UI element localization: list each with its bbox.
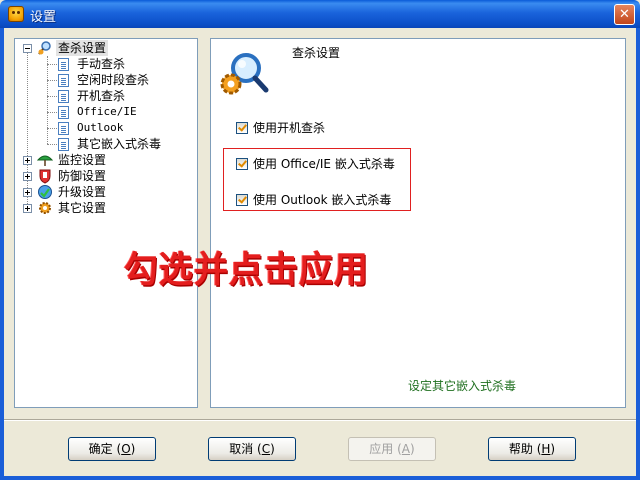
tree-item-label: 查杀设置 xyxy=(56,40,109,56)
tree-item-label: 其它设置 xyxy=(58,201,107,215)
instruction-overlay: 勾选并点击应用 xyxy=(124,249,369,292)
option-description: 设定其它嵌入式杀毒 xyxy=(408,379,517,393)
expand-icon[interactable] xyxy=(23,188,32,197)
tree-line xyxy=(47,128,57,129)
window-title: 设置 xyxy=(30,10,57,25)
tree-item-label: Outlook xyxy=(77,121,124,134)
page-icon xyxy=(58,90,69,103)
page-icon xyxy=(58,122,69,135)
close-button[interactable]: ✕ xyxy=(614,4,635,25)
tree-line xyxy=(47,96,57,97)
option-label: 使用开机查杀 xyxy=(253,121,326,135)
window-frame-bottom xyxy=(0,476,640,480)
tree-item-monitor-settings[interactable]: 监控设置 xyxy=(22,152,192,168)
expand-icon[interactable] xyxy=(23,204,32,213)
tree-item-update-settings[interactable]: 升级设置 xyxy=(22,184,192,200)
office-ie-checkbox[interactable] xyxy=(236,158,248,170)
scan-settings-icon xyxy=(220,53,269,95)
outlook-checkbox[interactable] xyxy=(236,194,248,206)
divider xyxy=(4,419,636,421)
tree-item-defense-settings[interactable]: 防御设置 xyxy=(22,168,192,184)
cancel-button[interactable]: 取消 (C) xyxy=(208,437,296,461)
ok-button[interactable]: 确定 (O) xyxy=(68,437,156,461)
page-icon xyxy=(58,74,69,87)
app-icon xyxy=(8,6,24,22)
tree-item-label: 升级设置 xyxy=(58,185,107,199)
update-globe-icon xyxy=(38,185,52,199)
tree-item-label: 其它嵌入式杀毒 xyxy=(77,137,162,151)
button-label: 应用 xyxy=(369,442,394,456)
close-icon: ✕ xyxy=(619,7,630,22)
tree-line xyxy=(47,56,48,144)
title-bar[interactable]: 设置 ✕ xyxy=(0,0,640,28)
boot-scan-checkbox[interactable] xyxy=(236,122,248,134)
option-label: 使用 Outlook 嵌入式杀毒 xyxy=(253,193,392,207)
page-icon xyxy=(58,58,69,71)
tree-item-scan-settings[interactable]: 查杀设置 xyxy=(22,40,192,56)
button-label: 取消 xyxy=(229,442,254,456)
tree-item-label: 防御设置 xyxy=(58,169,107,183)
tree-item-label: 手动查杀 xyxy=(77,57,126,71)
collapse-icon[interactable] xyxy=(23,44,32,53)
help-button[interactable]: 帮助 (H) xyxy=(488,437,576,461)
button-label: 确定 xyxy=(88,442,113,456)
expand-icon[interactable] xyxy=(23,172,32,181)
gear-icon xyxy=(39,202,51,214)
button-label: 帮助 xyxy=(508,442,533,456)
tree-item-label: 开机查杀 xyxy=(77,89,126,103)
button-hotkey: A xyxy=(401,442,411,456)
page-icon xyxy=(58,106,69,119)
window-frame-left xyxy=(0,28,4,480)
scan-magnifier-icon xyxy=(38,41,51,55)
tree-item-label: Office/IE xyxy=(77,105,137,118)
expand-icon[interactable] xyxy=(23,156,32,165)
tree-line xyxy=(47,144,57,145)
content-title: 查杀设置 xyxy=(292,46,341,60)
button-hotkey: H xyxy=(541,442,551,456)
button-hotkey: O xyxy=(121,442,131,456)
apply-button[interactable]: 应用 (A) xyxy=(348,437,436,461)
tree-line xyxy=(47,112,57,113)
button-hotkey: C xyxy=(261,442,271,456)
shield-icon xyxy=(39,169,51,184)
tree-item-other-settings[interactable]: 其它设置 xyxy=(22,200,192,216)
tree-item-label: 空闲时段查杀 xyxy=(77,73,150,87)
window-frame-right xyxy=(636,28,640,480)
tree-item-label: 监控设置 xyxy=(58,153,107,167)
umbrella-icon xyxy=(37,155,53,166)
settings-content-panel xyxy=(210,38,626,408)
tree-line xyxy=(47,64,57,65)
option-label: 使用 Office/IE 嵌入式杀毒 xyxy=(253,157,395,171)
page-icon xyxy=(58,138,69,151)
tree-line xyxy=(47,80,57,81)
